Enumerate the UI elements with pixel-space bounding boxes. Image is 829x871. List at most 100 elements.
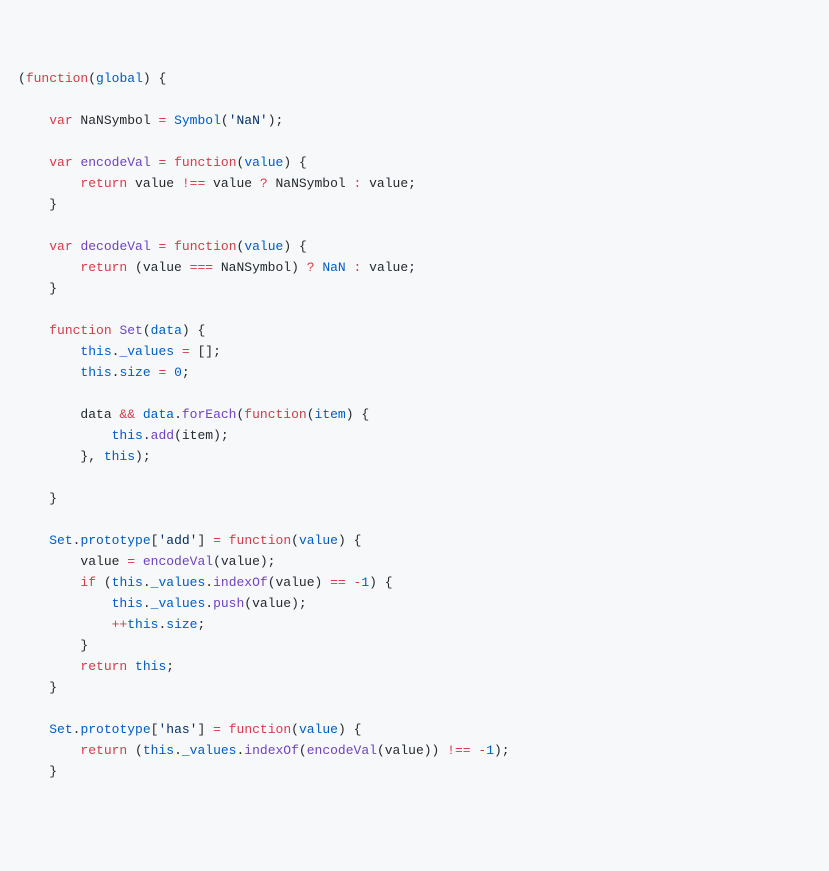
code-token: _values — [182, 743, 237, 758]
code-token: add — [151, 428, 174, 443]
code-token — [18, 722, 49, 737]
code-token: size — [119, 365, 150, 380]
code-token: ) { — [143, 71, 166, 86]
code-token: . — [174, 743, 182, 758]
code-token — [166, 155, 174, 170]
code-token: value; — [361, 260, 416, 275]
code-token: item — [315, 407, 346, 422]
code-token: this — [143, 743, 174, 758]
code-token — [127, 659, 135, 674]
code-token: 'has' — [158, 722, 197, 737]
code-token: . — [236, 743, 244, 758]
code-token: data — [151, 323, 182, 338]
code-token: ++ — [112, 617, 128, 632]
code-token — [166, 113, 174, 128]
code-token: _values — [151, 596, 206, 611]
code-token — [18, 176, 80, 191]
code-token: ] — [197, 533, 213, 548]
code-token — [346, 575, 354, 590]
code-token — [471, 743, 479, 758]
code-token: indexOf — [244, 743, 299, 758]
code-token: ); — [494, 743, 510, 758]
code-token: !== — [182, 176, 205, 191]
code-token: ( — [291, 533, 299, 548]
code-token: ) { — [283, 155, 306, 170]
code-token: encodeVal — [80, 155, 150, 170]
code-token: ) { — [338, 533, 361, 548]
code-token — [346, 260, 354, 275]
code-token: } — [18, 638, 88, 653]
code-token: Symbol — [174, 113, 221, 128]
code-token: ; — [182, 365, 190, 380]
code-token: (value); — [244, 596, 306, 611]
code-token: . — [143, 596, 151, 611]
code-token: = — [213, 533, 221, 548]
code-token — [18, 575, 80, 590]
code-token: encodeVal — [143, 554, 213, 569]
code-token: !== — [447, 743, 470, 758]
code-token — [18, 344, 80, 359]
code-token: } — [18, 764, 57, 779]
code-token — [135, 407, 143, 422]
code-token: 1 — [361, 575, 369, 590]
code-token: ( — [96, 575, 112, 590]
code-token: value — [244, 239, 283, 254]
code-token: this — [112, 575, 143, 590]
code-token: value — [244, 155, 283, 170]
code-token: ( — [88, 71, 96, 86]
code-token: ( — [18, 71, 26, 86]
code-token: Set — [49, 533, 72, 548]
code-token: function — [26, 71, 88, 86]
code-token: this — [127, 617, 158, 632]
code-token: } — [18, 197, 57, 212]
code-token: ( — [291, 722, 299, 737]
code-block: (function(global) { var NaNSymbol = Symb… — [18, 68, 819, 782]
code-token — [18, 743, 80, 758]
code-token — [135, 554, 143, 569]
code-token: forEach — [182, 407, 237, 422]
code-token: function — [174, 239, 236, 254]
code-token: . — [143, 575, 151, 590]
code-token: Set — [49, 722, 72, 737]
code-token: = — [182, 344, 190, 359]
code-token: this — [135, 659, 166, 674]
code-token: prototype — [80, 533, 150, 548]
code-token — [18, 365, 80, 380]
code-token: value — [299, 533, 338, 548]
code-token — [221, 533, 229, 548]
code-token — [18, 596, 112, 611]
code-token: ; — [197, 617, 205, 632]
code-token: (value — [127, 260, 189, 275]
code-token: ( — [143, 323, 151, 338]
code-token: ) { — [182, 323, 205, 338]
code-token: var — [49, 155, 72, 170]
code-token: . — [205, 575, 213, 590]
code-token: . — [174, 407, 182, 422]
code-token — [18, 113, 49, 128]
code-token: 'NaN' — [229, 113, 268, 128]
code-token: ( — [307, 407, 315, 422]
code-token: value; — [361, 176, 416, 191]
code-token: NaNSymbol — [73, 113, 159, 128]
code-token: ); — [135, 449, 151, 464]
code-token: ) { — [283, 239, 306, 254]
code-token — [18, 533, 49, 548]
code-token: this — [112, 428, 143, 443]
code-token: == — [330, 575, 346, 590]
code-token — [18, 155, 49, 170]
code-token: function — [174, 155, 236, 170]
code-token: var — [49, 239, 72, 254]
code-token: = — [213, 722, 221, 737]
code-token: global — [96, 71, 143, 86]
code-token: } — [18, 491, 57, 506]
code-token: ( — [299, 743, 307, 758]
code-token: ); — [268, 113, 284, 128]
code-token: ) { — [369, 575, 392, 590]
code-token: data — [18, 407, 119, 422]
code-token: (value) — [268, 575, 330, 590]
code-token: . — [205, 596, 213, 611]
code-token: ( — [127, 743, 143, 758]
code-token — [18, 239, 49, 254]
code-token: function — [229, 722, 291, 737]
code-token: ) { — [338, 722, 361, 737]
